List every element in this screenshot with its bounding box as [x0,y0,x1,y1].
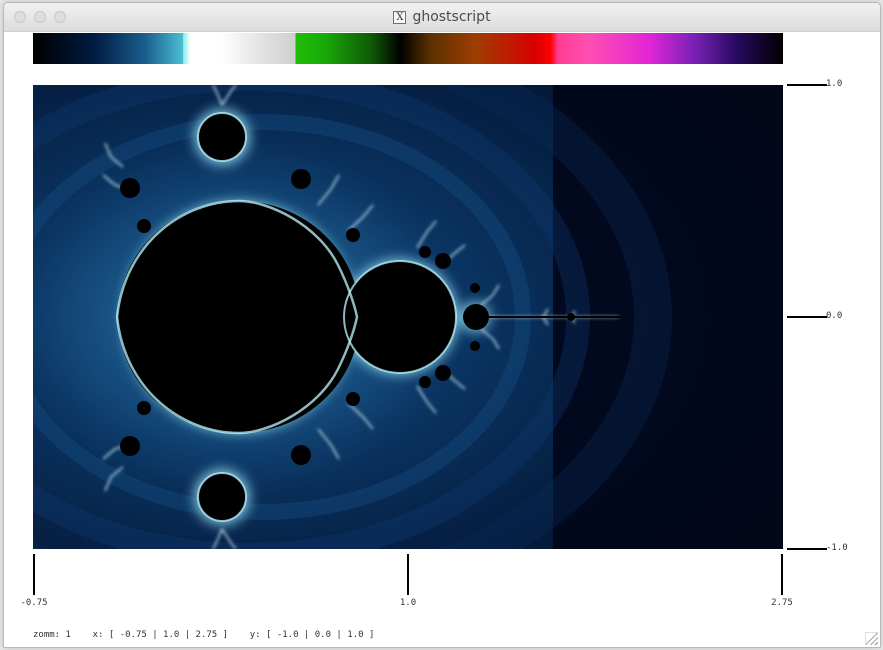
y-axis-label-bottom: -1.0 [826,543,848,553]
small-bulb-right [463,304,489,330]
mandelbrot-svg [33,85,783,549]
window-title: ghostscript [412,9,491,25]
window-title-group: X ghostscript [4,3,880,31]
y-axis-tick-bottom [787,548,827,550]
y-axis-label-top: 1.0 [826,79,843,89]
x-axis-tick-middle [407,554,409,595]
y-axis-tick-top [787,84,827,86]
ghostscript-window: X ghostscript 1.0 0.0 -1.0 -0.75 1.0 2.7… [3,2,881,648]
canvas-area[interactable]: 1.0 0.0 -1.0 -0.75 1.0 2.75 zomm: 1 x: [… [4,32,880,647]
x11-icon: X [393,10,407,24]
x-axis-label-right: 2.75 [771,598,793,608]
zoom-coordinate-status: zomm: 1 x: [ -0.75 | 1.0 | 2.75 ] y: [ -… [33,630,375,640]
x-axis-tick-right [781,554,783,595]
x-axis-label-middle: 1.0 [399,598,417,608]
y-axis-label-middle: 0.0 [826,311,843,321]
x-axis-label-left: -0.75 [20,598,48,608]
title-bar[interactable]: X ghostscript [4,3,880,32]
resize-grip-icon[interactable] [865,632,878,645]
mandelbrot-plot[interactable] [33,85,783,549]
y-axis-tick-middle [787,316,827,318]
color-palette-bar [33,33,783,64]
x-axis-tick-left [33,554,35,595]
